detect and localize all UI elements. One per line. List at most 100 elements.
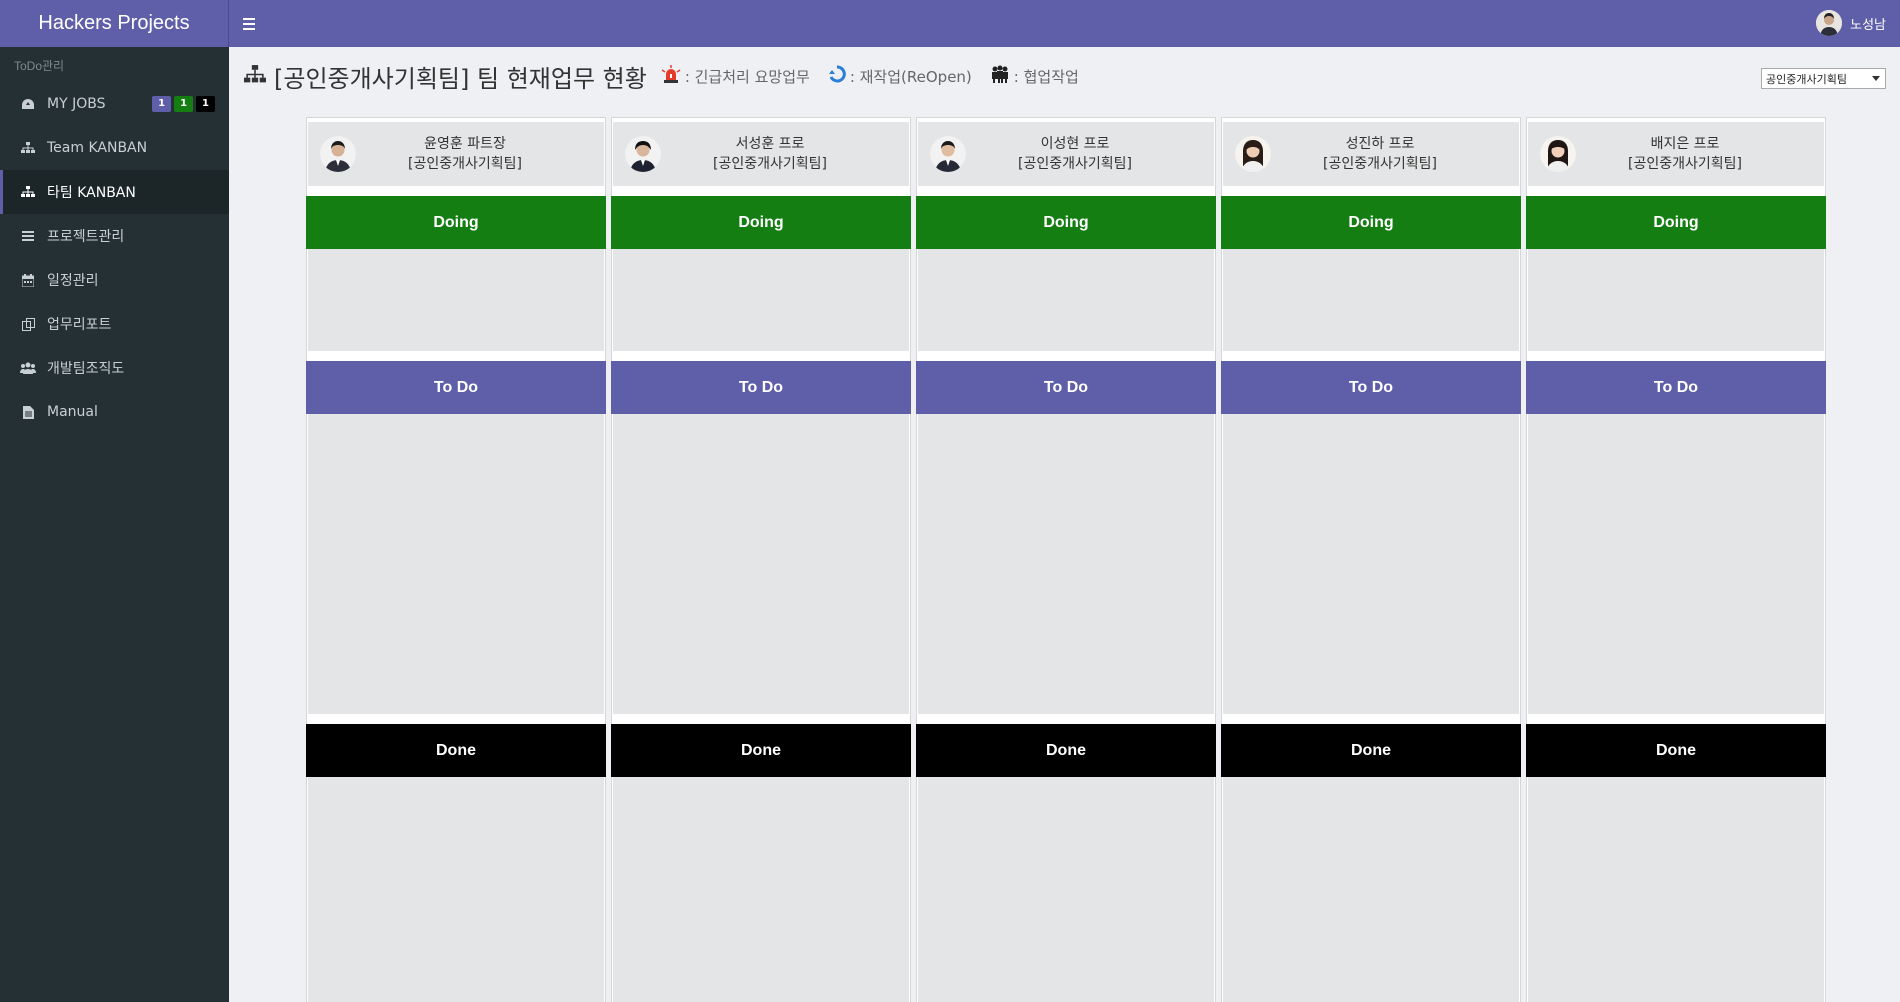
legend-collab: : 협업작업 xyxy=(990,65,1079,87)
lane-doing-header: Doing xyxy=(306,196,606,249)
lane-doing-header: Doing xyxy=(1221,196,1521,249)
sidebar-item-other-team-kanban[interactable]: 타팀 KANBAN xyxy=(0,170,229,214)
lane-todo-body xyxy=(1528,414,1824,714)
sidebar: Hackers Projects ToDo관리 MY JOBS 1 1 1 Te… xyxy=(0,0,229,1002)
member-header: 성진하 프로 [공인중개사기획팀] xyxy=(1223,122,1519,186)
sidebar-item-schedule[interactable]: 일정관리 xyxy=(0,258,229,302)
lane-todo-header: To Do xyxy=(1526,361,1826,414)
legend: : 긴급처리 요망업무 : 재작업(ReOpen) : 협업작업 xyxy=(661,65,1097,87)
user-menu[interactable]: 노성남 xyxy=(1816,10,1886,36)
job-badges: 1 1 1 xyxy=(152,96,215,112)
lane-done-header: Done xyxy=(916,724,1216,777)
lane-done-header: Done xyxy=(1221,724,1521,777)
sidebar-item-projects[interactable]: 프로젝트관리 xyxy=(0,214,229,258)
lane-doing-body xyxy=(613,249,909,351)
avatar xyxy=(1235,136,1271,172)
lane-todo-header: To Do xyxy=(916,361,1216,414)
siren-icon xyxy=(661,65,685,87)
lane-todo-body xyxy=(918,414,1214,714)
member-team: [공인중개사기획팀] xyxy=(713,156,827,172)
user-name: 노성남 xyxy=(1850,17,1886,33)
avatar xyxy=(625,136,661,172)
sidebar-section-label: ToDo관리 xyxy=(14,59,65,73)
lane-doing-body xyxy=(1223,249,1519,351)
list-icon xyxy=(19,231,37,241)
file-icon xyxy=(19,405,37,419)
dashboard-icon xyxy=(19,98,37,110)
member-column: 배지은 프로 [공인중개사기획팀] Doing To Do Done xyxy=(1526,117,1826,1002)
brand-title[interactable]: Hackers Projects xyxy=(0,0,229,47)
page-title: [공인중개사기획팀] 팀 현재업무 현황 xyxy=(274,64,647,93)
badge-done-count: 1 xyxy=(196,96,215,112)
sidebar-item-label: Team KANBAN xyxy=(47,140,148,156)
lane-doing-body xyxy=(918,249,1214,351)
sitemap-icon xyxy=(244,64,266,88)
badge-doing-count: 1 xyxy=(174,96,194,112)
lane-todo-body xyxy=(613,414,909,714)
lane-doing-header: Doing xyxy=(611,196,911,249)
team-select[interactable]: 공인중개사기획팀 xyxy=(1761,68,1886,89)
legend-reopen: : 재작업(ReOpen) xyxy=(828,65,972,87)
legend-label: : 긴급처리 요망업무 xyxy=(684,67,810,86)
lane-doing-body xyxy=(308,249,604,351)
member-column: 서성훈 프로 [공인중개사기획팀] Doing To Do Done xyxy=(611,117,911,1002)
lane-todo-body xyxy=(1223,414,1519,714)
users-icon xyxy=(19,362,37,374)
lane-todo-header: To Do xyxy=(611,361,911,414)
sidebar-item-label: 타팀 KANBAN xyxy=(47,185,136,201)
kanban-board: 윤영훈 파트장 [공인중개사기획팀] Doing To Do Done 서성훈 … xyxy=(306,117,1826,1002)
calendar-icon xyxy=(19,273,37,287)
chevron-down-icon xyxy=(1872,76,1880,81)
avatar xyxy=(1540,136,1576,172)
sitemap-icon xyxy=(19,186,37,198)
sidebar-item-label: MY JOBS xyxy=(47,96,106,112)
member-team: [공인중개사기획팀] xyxy=(408,156,522,172)
member-header: 서성훈 프로 [공인중개사기획팀] xyxy=(613,122,909,186)
avatar xyxy=(930,136,966,172)
member-header: 이성현 프로 [공인중개사기획팀] xyxy=(918,122,1214,186)
sidebar-item-label: 개발팀조직도 xyxy=(47,361,125,377)
avatar xyxy=(320,136,356,172)
lane-done-header: Done xyxy=(306,724,606,777)
member-name: 이성현 프로 xyxy=(1040,136,1110,152)
top-navbar: 노성남 xyxy=(229,0,1900,47)
sidebar-item-label: 일정관리 xyxy=(47,273,99,289)
lane-todo-header: To Do xyxy=(1221,361,1521,414)
sidebar-item-label: 업무리포트 xyxy=(47,317,112,333)
lane-done-body xyxy=(918,777,1214,1002)
lane-todo-header: To Do xyxy=(306,361,606,414)
member-team: [공인중개사기획팀] xyxy=(1323,156,1437,172)
menu-toggle-icon[interactable] xyxy=(243,17,263,30)
member-name: 서성훈 프로 xyxy=(735,136,805,152)
sidebar-item-label: 프로젝트관리 xyxy=(47,229,125,245)
legend-label: : 재작업(ReOpen) xyxy=(849,67,972,86)
legend-label: : 협업작업 xyxy=(1013,67,1079,86)
lane-done-body xyxy=(1223,777,1519,1002)
sidebar-item-org-chart[interactable]: 개발팀조직도 xyxy=(0,346,229,390)
page-header: [공인중개사기획팀] 팀 현재업무 현황 : 긴급처리 요망업무 : 재작업(R… xyxy=(244,60,1097,93)
member-column: 이성현 프로 [공인중개사기획팀] Doing To Do Done xyxy=(916,117,1216,1002)
lane-done-header: Done xyxy=(611,724,911,777)
lane-doing-header: Doing xyxy=(1526,196,1826,249)
member-name: 윤영훈 파트장 xyxy=(424,136,506,152)
sidebar-item-report[interactable]: 업무리포트 xyxy=(0,302,229,346)
sidebar-item-team-kanban[interactable]: Team KANBAN xyxy=(0,126,229,170)
sidebar-item-manual[interactable]: Manual xyxy=(0,390,229,434)
member-column: 성진하 프로 [공인중개사기획팀] Doing To Do Done xyxy=(1221,117,1521,1002)
member-column: 윤영훈 파트장 [공인중개사기획팀] Doing To Do Done xyxy=(306,117,606,1002)
reopen-icon xyxy=(828,65,850,87)
lane-done-body xyxy=(613,777,909,1002)
lane-doing-body xyxy=(1528,249,1824,351)
lane-done-body xyxy=(308,777,604,1002)
lane-done-body xyxy=(1528,777,1824,1002)
legend-urgent: : 긴급처리 요망업무 xyxy=(661,65,810,87)
lane-done-header: Done xyxy=(1526,724,1826,777)
sidebar-item-my-jobs[interactable]: MY JOBS 1 1 1 xyxy=(0,82,229,126)
member-header: 배지은 프로 [공인중개사기획팀] xyxy=(1528,122,1824,186)
member-header: 윤영훈 파트장 [공인중개사기획팀] xyxy=(308,122,604,186)
member-team: [공인중개사기획팀] xyxy=(1018,156,1132,172)
avatar xyxy=(1816,10,1843,36)
member-name: 배지은 프로 xyxy=(1650,136,1720,152)
member-name: 성진하 프로 xyxy=(1345,136,1415,152)
collab-icon xyxy=(990,65,1014,87)
